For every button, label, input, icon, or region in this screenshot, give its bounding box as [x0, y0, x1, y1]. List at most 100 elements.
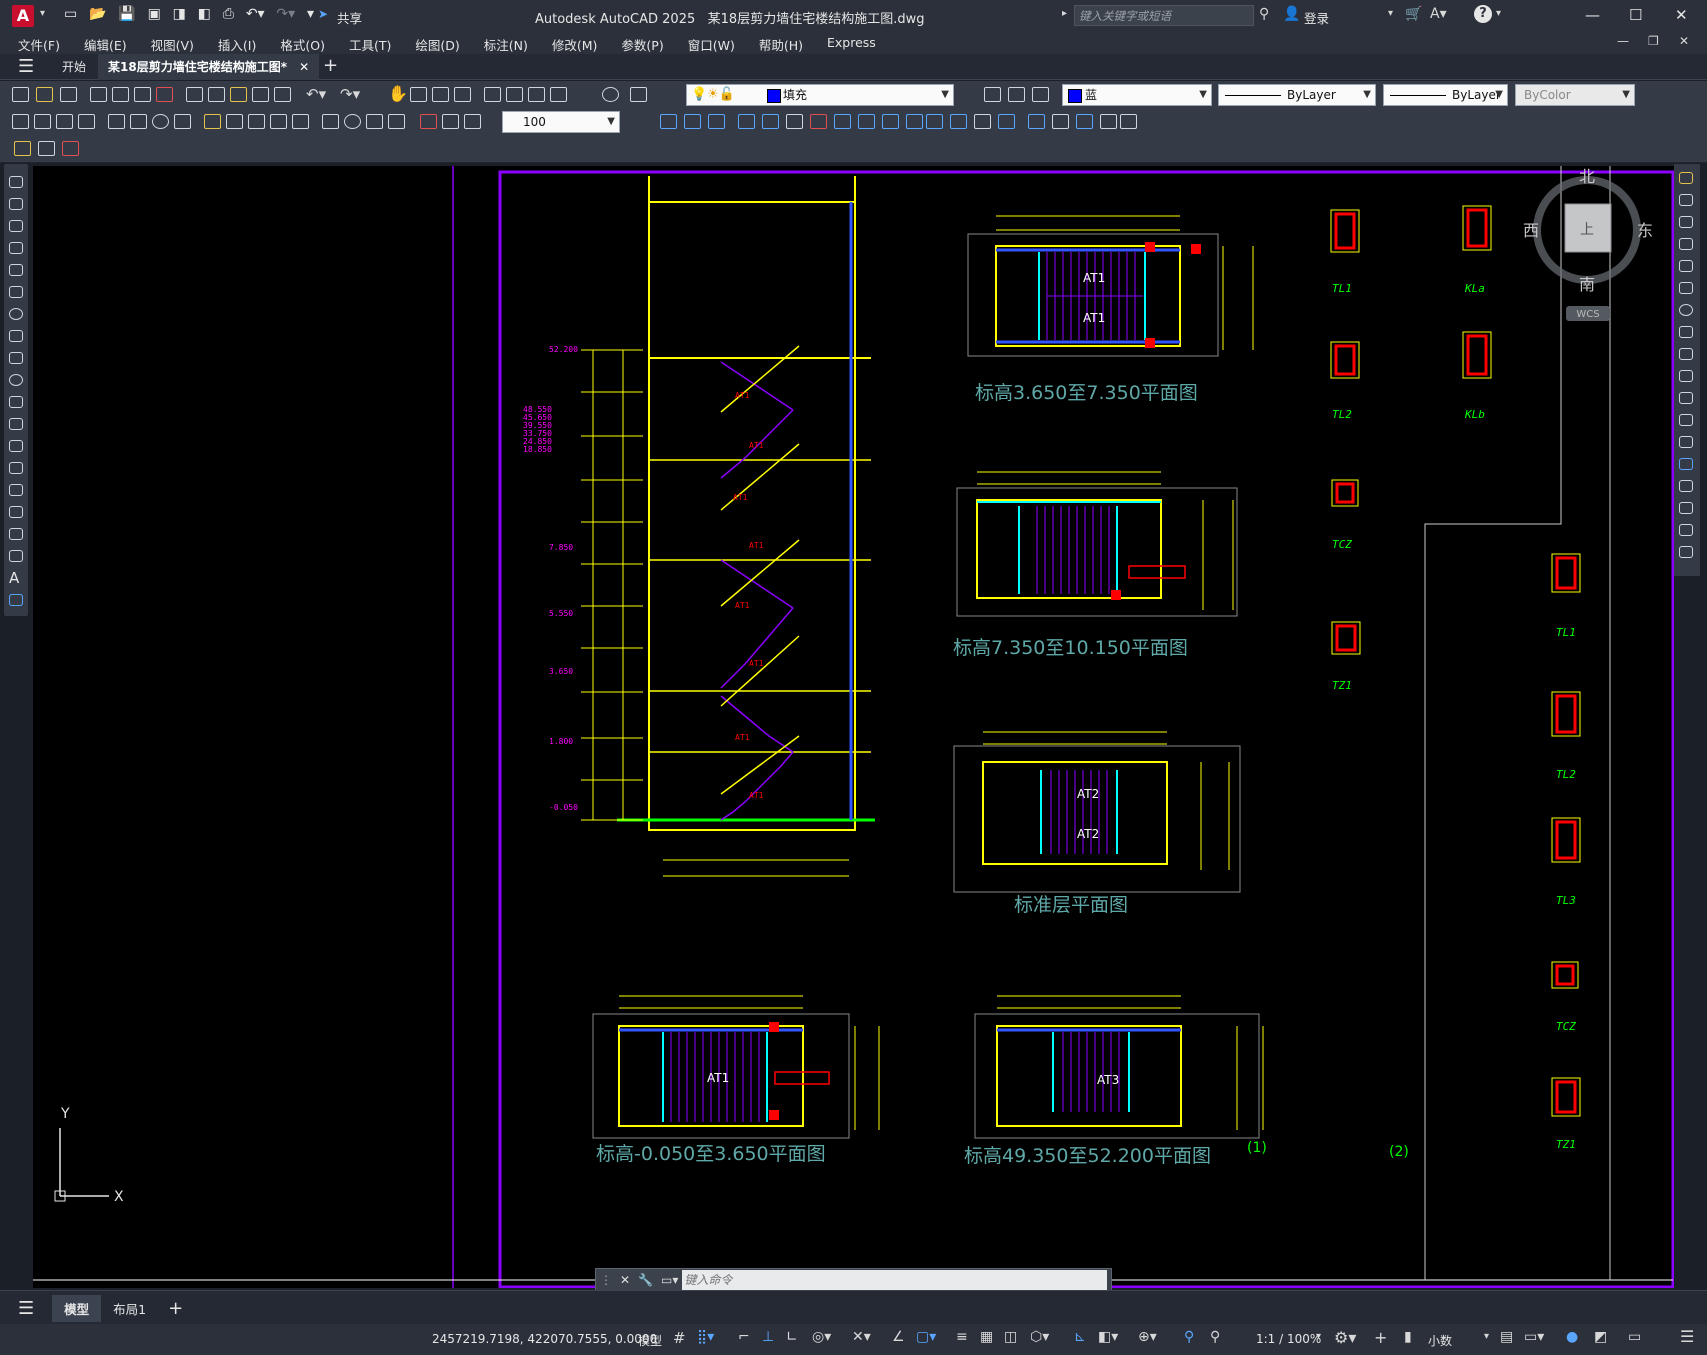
new-icon[interactable]: ▭ [64, 6, 77, 22]
viewcube-face[interactable]: 上 [1580, 222, 1594, 238]
menu-dimension[interactable]: 标注(N) [472, 35, 540, 54]
block-editor-icon[interactable] [274, 87, 291, 102]
spline-icon[interactable] [9, 352, 23, 364]
grid-icon[interactable]: # [673, 1329, 686, 1347]
layer-state-manager-icon[interactable] [1032, 87, 1049, 102]
transparency-icon[interactable]: ▦ [980, 1329, 993, 1345]
ellipse-arc-icon[interactable] [9, 396, 23, 408]
color-dropdown[interactable]: 蓝 ▼ [1062, 84, 1212, 106]
tolerance-icon[interactable] [322, 114, 339, 129]
dim-break-icon[interactable] [292, 114, 309, 129]
login-button[interactable]: 登录 [1304, 8, 1329, 27]
app-logo[interactable]: A [12, 5, 34, 27]
dim-space-icon[interactable] [270, 114, 287, 129]
menu-insert[interactable]: 插入(I) [206, 35, 268, 54]
viewcube-east[interactable]: 东 [1637, 221, 1653, 240]
save-web-icon[interactable]: ◧ [198, 6, 211, 22]
layout-menu-icon[interactable]: ☰ [18, 1298, 34, 1319]
print-icon[interactable] [90, 87, 107, 102]
close-icon[interactable]: ✕ [1675, 6, 1688, 24]
3d-osnap-icon[interactable]: ⬡▾ [1030, 1329, 1049, 1345]
extrude-face-icon[interactable] [926, 114, 943, 129]
gizmo-icon[interactable]: ⊕▾ [1138, 1329, 1157, 1345]
table-tool-icon[interactable] [38, 141, 55, 156]
auto-scale-icon[interactable]: ⚲ [1210, 1329, 1220, 1345]
units-dropdown-icon[interactable]: ▾ [1484, 1331, 1489, 1342]
toolbar-redo-icon[interactable]: ↷▾ [340, 85, 360, 103]
annotation-monitor-icon[interactable]: + [1374, 1328, 1387, 1347]
jogged-dim-icon[interactable] [130, 114, 147, 129]
clean-screen-icon[interactable]: ▭ [1628, 1329, 1641, 1345]
workspace-gear-icon[interactable]: ⚙▾ [1334, 1328, 1356, 1347]
lock-ui-icon[interactable]: ▭▾ [1524, 1329, 1544, 1345]
layer-previous-icon[interactable] [1008, 87, 1025, 102]
menu-format[interactable]: 格式(O) [268, 35, 337, 54]
save-file-icon[interactable] [60, 87, 77, 102]
solid-box-icon[interactable] [660, 114, 677, 129]
doc-close-icon[interactable]: ✕ [1679, 34, 1689, 48]
layer-dropdown[interactable]: 💡☀🔓 填充 ▼ [686, 84, 954, 106]
snap-icon[interactable]: ⣿▾ [697, 1329, 714, 1345]
pan-icon[interactable]: ✋ [388, 84, 408, 103]
plot-3d-icon[interactable] [156, 87, 173, 102]
paste-icon[interactable] [230, 87, 247, 102]
help-icon[interactable]: ? [1474, 5, 1492, 23]
menu-modify[interactable]: 修改(M) [540, 35, 610, 54]
new-file-icon[interactable] [12, 87, 29, 102]
undo-icon[interactable]: ↶▾ [246, 6, 265, 22]
new-tab-icon[interactable]: + [323, 55, 338, 76]
command-close-icon[interactable]: ✕ [620, 1273, 630, 1287]
move-face-icon[interactable] [950, 114, 967, 129]
shell-icon[interactable] [1100, 114, 1117, 129]
arc-length-icon[interactable] [56, 114, 73, 129]
share-button[interactable]: 共享 [337, 8, 362, 27]
object-snap-tracking-icon[interactable]: ∠ [892, 1329, 905, 1345]
arc-icon[interactable] [9, 286, 23, 298]
line-icon[interactable] [9, 176, 23, 188]
delete-face-icon[interactable] [998, 114, 1015, 129]
toolbar-undo-icon[interactable]: ↶▾ [306, 85, 326, 103]
hardware-acceleration-icon[interactable]: ◩ [1594, 1329, 1607, 1345]
rectangle-icon[interactable] [9, 264, 23, 276]
menu-tools[interactable]: 工具(T) [337, 35, 403, 54]
copy-icon[interactable] [208, 87, 225, 102]
blend-curves-icon[interactable] [1679, 524, 1693, 536]
extrude-icon[interactable] [738, 114, 755, 129]
help-dropdown-icon[interactable]: ▾ [1496, 8, 1501, 19]
hamburger-icon[interactable]: ☰ [18, 56, 34, 77]
add-selected-icon[interactable] [9, 594, 23, 606]
ortho-icon[interactable]: ∟ [786, 1329, 798, 1345]
erase-icon[interactable] [1679, 172, 1693, 184]
lineweight-dropdown[interactable]: ByLayer ▼ [1383, 84, 1508, 106]
maximize-icon[interactable]: ☐ [1629, 6, 1642, 24]
menu-help[interactable]: 帮助(H) [747, 35, 815, 54]
polar-icon[interactable]: ◎▾ [812, 1329, 831, 1345]
dynamic-ucs-icon[interactable]: ⊾ [1074, 1329, 1086, 1345]
section-icon[interactable] [834, 114, 851, 129]
solid-cone-icon[interactable] [708, 114, 725, 129]
linetype-dropdown[interactable]: ByLayer ▼ [1218, 84, 1376, 106]
zoom-window-icon[interactable] [432, 87, 449, 102]
continue-dim-icon[interactable] [248, 114, 265, 129]
command-customize-icon[interactable]: 🔧 [638, 1273, 653, 1287]
ordinate-dim-icon[interactable] [78, 114, 95, 129]
match-prop-icon[interactable] [252, 87, 269, 102]
search-input[interactable]: 键入关键字或短语 [1074, 5, 1254, 26]
imprint-icon[interactable] [1028, 114, 1045, 129]
units-icon[interactable]: ▮ [1404, 1329, 1412, 1345]
zoom-realtime-icon[interactable] [410, 87, 427, 102]
make-block-icon[interactable] [9, 440, 23, 452]
save-icon[interactable]: 💾 [118, 6, 135, 22]
polygon-icon[interactable] [9, 242, 23, 254]
aligned-dim-icon[interactable] [34, 114, 51, 129]
dim-text-edit-icon[interactable] [442, 114, 459, 129]
app-menu-arrow-icon[interactable]: ▾ [40, 8, 45, 19]
lineweight-display-icon[interactable]: ≡ [956, 1329, 968, 1345]
ellipse-icon[interactable] [9, 374, 23, 386]
cart-icon[interactable]: 🛒 [1405, 6, 1422, 22]
explode-icon[interactable] [1679, 546, 1693, 558]
check-icon[interactable] [1120, 114, 1137, 129]
menu-view[interactable]: 视图(V) [139, 35, 206, 54]
plot-icon[interactable]: ⎙ [223, 6, 234, 22]
scale-icon[interactable] [1679, 326, 1693, 338]
